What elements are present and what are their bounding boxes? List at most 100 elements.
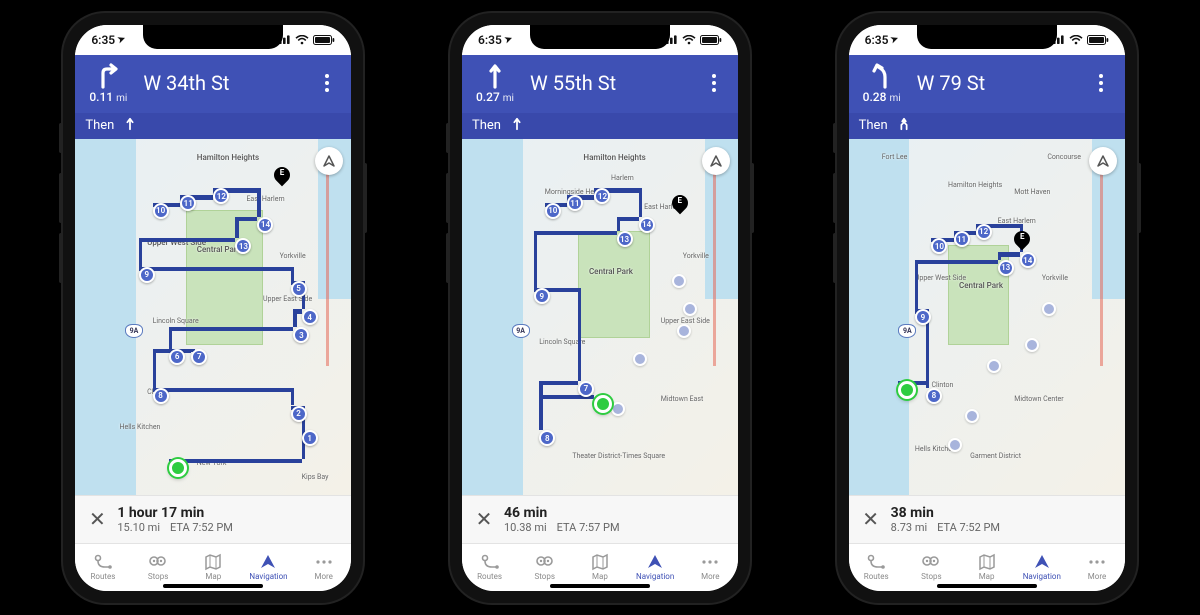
- map-label: Hamilton Heights: [948, 181, 1002, 189]
- stop-pin[interactable]: 5: [291, 281, 307, 297]
- stop-pin[interactable]: 2: [291, 406, 307, 422]
- tab-map[interactable]: Map: [188, 553, 238, 581]
- tab-map[interactable]: Map: [962, 553, 1012, 581]
- stop-pin[interactable]: 3: [293, 327, 309, 343]
- map-label: Lincoln Square: [153, 317, 199, 325]
- eta-duration: 1 hour 17 min: [117, 505, 345, 521]
- direction-icon: [867, 62, 897, 90]
- stop-pin[interactable]: 9: [534, 288, 550, 304]
- home-indicator[interactable]: [163, 584, 263, 588]
- tab-routes[interactable]: Routes: [851, 553, 901, 581]
- tab-map-icon: [203, 553, 223, 571]
- home-indicator[interactable]: [937, 584, 1037, 588]
- tab-map-icon: [590, 553, 610, 571]
- stop-pin[interactable]: 11: [567, 195, 583, 211]
- overflow-menu-button[interactable]: [1089, 74, 1113, 92]
- stop-pin[interactable]: 12: [213, 188, 229, 204]
- stop-pin[interactable]: 10: [153, 203, 169, 219]
- tab-label: Map: [979, 572, 995, 581]
- stop-pin[interactable]: 8: [926, 388, 942, 404]
- street-name: W 34th St: [143, 71, 315, 95]
- recenter-button[interactable]: [1089, 147, 1117, 175]
- tab-more[interactable]: More: [1072, 553, 1122, 581]
- tab-label: Routes: [90, 572, 115, 581]
- visited-stop-pin[interactable]: [948, 438, 962, 452]
- direction-icon: [480, 62, 510, 90]
- visited-stop-pin[interactable]: [1025, 338, 1039, 352]
- stop-pin[interactable]: 9: [139, 267, 155, 283]
- map-label: Garment District: [970, 452, 1021, 460]
- tab-stops[interactable]: Stops: [133, 553, 183, 581]
- stop-pin[interactable]: 11: [954, 231, 970, 247]
- location-services-icon: ➤: [117, 34, 128, 46]
- overflow-menu-button[interactable]: [702, 74, 726, 92]
- visited-stop-pin[interactable]: [633, 352, 647, 366]
- stop-pin[interactable]: 8: [539, 430, 555, 446]
- status-time: 6:35: [478, 33, 502, 47]
- end-pin[interactable]: [672, 195, 688, 215]
- tab-navigation-icon: [258, 553, 278, 571]
- stop-pin[interactable]: 1: [302, 430, 318, 446]
- stop-pin[interactable]: 12: [976, 224, 992, 240]
- map-view[interactable]: Hamilton HeightsHarlemEast HarlemMorning…: [462, 139, 738, 495]
- stop-pin[interactable]: 12: [594, 188, 610, 204]
- eta-bar: ✕46 min10.38 miETA 7:57 PM: [462, 495, 738, 543]
- map-label: Central Park: [959, 281, 1003, 290]
- tab-navigation[interactable]: Navigation: [630, 553, 680, 581]
- eta-arrival: ETA 7:57 PM: [557, 521, 620, 534]
- stop-pin[interactable]: 8: [153, 388, 169, 404]
- stop-pin[interactable]: 13: [998, 260, 1014, 276]
- tab-map[interactable]: Map: [575, 553, 625, 581]
- then-row: Then: [462, 113, 738, 139]
- map-label: Fort Lee: [882, 153, 908, 161]
- tab-routes[interactable]: Routes: [465, 553, 515, 581]
- recenter-button[interactable]: [315, 147, 343, 175]
- location-services-icon: ➤: [503, 34, 514, 46]
- visited-stop-pin[interactable]: [965, 409, 979, 423]
- location-services-icon: ➤: [890, 34, 901, 46]
- tab-more-icon: [314, 553, 334, 571]
- home-indicator[interactable]: [550, 584, 650, 588]
- battery-icon: [1087, 35, 1109, 45]
- map-label: East Harlem: [246, 195, 284, 203]
- nav-header: 0.27miW 55th St: [462, 55, 738, 113]
- recenter-button[interactable]: [702, 147, 730, 175]
- visited-stop-pin[interactable]: [672, 274, 686, 288]
- visited-stop-pin[interactable]: [611, 402, 625, 416]
- tab-stops[interactable]: Stops: [520, 553, 570, 581]
- map-label: Hells Kitchen: [119, 423, 160, 431]
- end-pin[interactable]: [274, 167, 290, 187]
- stop-pin[interactable]: 10: [931, 238, 947, 254]
- stop-pin[interactable]: 4: [302, 309, 318, 325]
- stop-pin[interactable]: 14: [639, 217, 655, 233]
- close-button[interactable]: ✕: [468, 503, 500, 535]
- map-view[interactable]: Hamilton HeightsEast HarlemUpper West Si…: [75, 139, 351, 495]
- then-label: Then: [472, 118, 501, 133]
- visited-stop-pin[interactable]: [1042, 302, 1056, 316]
- stop-pin[interactable]: 7: [578, 381, 594, 397]
- tab-navigation-icon: [645, 553, 665, 571]
- close-button[interactable]: ✕: [81, 503, 113, 535]
- tab-navigation[interactable]: Navigation: [1017, 553, 1067, 581]
- tab-label: More: [701, 572, 719, 581]
- visited-stop-pin[interactable]: [987, 359, 1001, 373]
- map-view[interactable]: Fort LeeConcourseMott HavenHamilton Heig…: [849, 139, 1125, 495]
- tab-more[interactable]: More: [685, 553, 735, 581]
- stop-pin[interactable]: 13: [617, 231, 633, 247]
- stop-pin[interactable]: 7: [191, 349, 207, 365]
- end-pin[interactable]: [1014, 231, 1030, 251]
- overflow-menu-button[interactable]: [315, 74, 339, 92]
- current-location-icon: [169, 459, 187, 477]
- stop-pin[interactable]: 10: [545, 203, 561, 219]
- visited-stop-pin[interactable]: [683, 302, 697, 316]
- stop-pin[interactable]: 14: [1020, 252, 1036, 268]
- tab-stops[interactable]: Stops: [906, 553, 956, 581]
- visited-stop-pin[interactable]: [677, 324, 691, 338]
- close-button[interactable]: ✕: [855, 503, 887, 535]
- tab-navigation[interactable]: Navigation: [243, 553, 293, 581]
- tab-routes-icon: [93, 553, 113, 571]
- tab-more[interactable]: More: [299, 553, 349, 581]
- tab-routes[interactable]: Routes: [78, 553, 128, 581]
- stop-pin[interactable]: 6: [169, 349, 185, 365]
- stop-pin[interactable]: 14: [257, 217, 273, 233]
